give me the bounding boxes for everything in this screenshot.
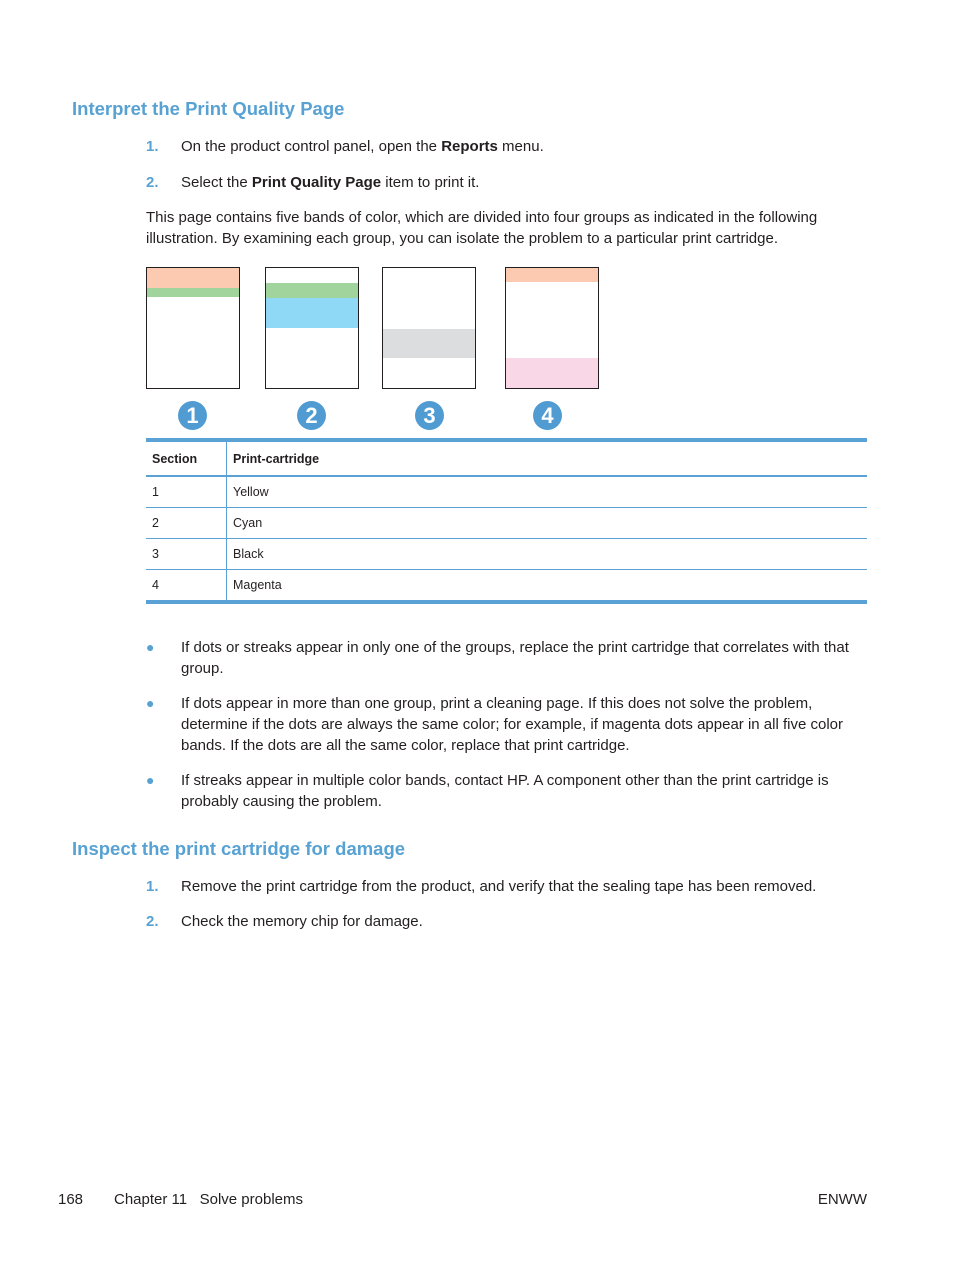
bullet-icon: ● [146,772,155,788]
table-row: 3 Black [146,538,867,570]
yellow-band [506,268,598,282]
group-badge-4: 4 [533,401,562,430]
group-badge-1: 1 [178,401,207,430]
header-print-cartridge: Print-cartridge [226,440,867,477]
print-page-group-3 [382,267,476,389]
print-page-group-2 [265,267,359,389]
step-number: 1. [146,878,159,895]
intro-paragraph: This page contains five bands of color, … [146,209,818,247]
page-number: 168 [58,1191,84,1208]
table-row: 4 Magenta [146,569,867,603]
chapter-title: Chapter 11 Solve problems [114,1191,303,1208]
green-band [147,288,239,297]
black-band [383,329,475,358]
section-heading-interpret: Interpret the Print Quality Page [72,98,345,119]
table-row: 1 Yellow [146,476,867,508]
bullet-item: ● If dots appear in more than one group,… [146,695,843,754]
green-band [266,283,358,298]
bullet-icon: ● [146,639,155,655]
section-cartridge-table: Section Print-cartridge 1 Yellow 2 Cyan 3B… [146,438,867,604]
print-page-group-4 [505,267,599,389]
table-row: 2 Cyan [146,507,867,539]
item-name: Print Quality Page [251,174,382,191]
print-page-group-1 [146,267,240,389]
magenta-band [506,358,598,388]
group-badge-3: 3 [415,401,444,430]
group-badge-2: 2 [297,401,326,430]
step-number: 1. [146,138,159,155]
cyan-band [266,298,358,328]
footer-locale: ENWW [817,1191,867,1208]
bullet-item: ● If streaks appear in multiple color ba… [146,772,829,810]
header-section: Section [146,440,227,477]
step-number: 2. [146,174,159,191]
bullet-icon: ● [146,695,155,711]
table-header-row: Section Print-cartridge [146,440,867,477]
section-heading-inspect: Inspect the print cartridge for damage [72,838,406,859]
bullet-item: ● If dots or streaks appear in only one … [146,639,849,677]
yellow-band [147,268,239,288]
step-number: 2. [146,913,159,930]
menu-name: Reports [441,138,498,155]
